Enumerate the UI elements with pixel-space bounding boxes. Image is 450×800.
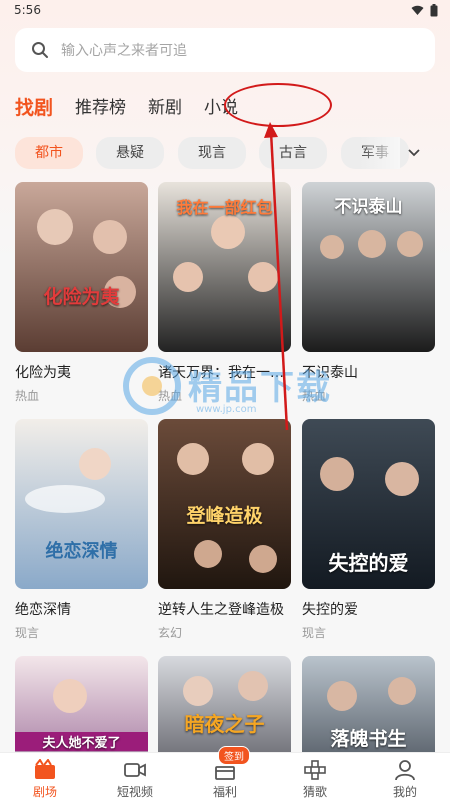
drama-title: 逆转人生之登峰造极 [158, 602, 284, 618]
video-camera-icon [124, 763, 146, 777]
nav-welfare[interactable]: 签到 福利 [180, 746, 270, 800]
drama-tag: 玄幻 [158, 626, 183, 640]
search-input[interactable]: 输入心声之来者可追 [15, 28, 435, 72]
cover-title: 我在一部红包 [176, 198, 273, 217]
cover-title: 绝恋深情 [45, 541, 118, 562]
chip-modern-romance[interactable]: 现言 [178, 137, 246, 169]
cover-title: 失控的爱 [328, 551, 409, 575]
chips-fade [360, 137, 400, 169]
drama-title: 失控的爱 [302, 602, 358, 618]
status-icons [411, 4, 438, 17]
search-placeholder: 输入心声之来者可追 [61, 43, 187, 59]
watermark-url: www.jp.com [196, 404, 257, 415]
cover-image: 失控的爱 [302, 419, 435, 589]
nav-mine[interactable]: 我的 [360, 753, 450, 800]
nav-theater[interactable]: 剧场 [0, 753, 90, 800]
drama-title: 化险为夷 [15, 365, 71, 381]
cover-image: 绝恋深情 [15, 419, 148, 589]
nav-label: 短视频 [116, 785, 153, 799]
drama-title: 诸天万界：我在一部红包 [158, 365, 291, 381]
cover-image: 化险为夷 [15, 182, 148, 352]
drama-tag: 热血 [15, 389, 40, 403]
tab-ranking[interactable]: 推荐榜 [75, 94, 126, 122]
tab-new-drama[interactable]: 新剧 [148, 94, 182, 122]
status-time: 5:56 [14, 3, 41, 17]
chip-ancient-romance[interactable]: 古言 [259, 137, 327, 169]
chip-suspense[interactable]: 悬疑 [96, 137, 164, 169]
tab-find-drama[interactable]: 找剧 [15, 94, 53, 122]
game-controller-icon [304, 760, 326, 780]
drama-card[interactable]: 不识泰山 不识泰山 热血 [302, 182, 435, 404]
nav-label: 福利 [212, 785, 237, 799]
drama-tag: 现言 [302, 626, 327, 640]
cover-title: 不识泰山 [334, 197, 403, 217]
tab-novel[interactable]: 小说 [204, 94, 238, 122]
drama-tag: 热血 [158, 389, 183, 403]
bottom-nav: 剧场 短视频 签到 福利 猜歌 我的 [0, 746, 450, 800]
nav-short-video[interactable]: 短视频 [90, 753, 180, 800]
status-bar: 5:56 [0, 0, 450, 24]
cover-title: 登峰造极 [186, 505, 263, 527]
battery-icon [430, 4, 438, 17]
drama-card[interactable]: 失控的爱 失控的爱 现言 [302, 419, 435, 641]
theater-icon [35, 759, 55, 779]
drama-tag: 现言 [15, 626, 40, 640]
user-icon [395, 760, 415, 781]
main-tabs: 找剧 推荐榜 新剧 小说 [15, 92, 260, 122]
chevron-down-icon[interactable] [404, 142, 424, 162]
cover-title: 落魄书生 [330, 728, 407, 750]
search-icon [32, 42, 48, 58]
cover-image: 不识泰山 [302, 182, 435, 352]
nav-guess-song[interactable]: 猜歌 [270, 753, 360, 800]
drama-card[interactable]: 绝恋深情 绝恋深情 现言 [15, 419, 148, 641]
cover-title: 夫人她不爱了 [15, 732, 148, 751]
nav-label: 剧场 [32, 785, 57, 799]
cover-title: 化险为夷 [43, 286, 120, 308]
wifi-icon [411, 5, 424, 15]
drama-card[interactable]: 登峰造极 逆转人生之登峰造极 玄幻 [158, 419, 291, 641]
chip-urban[interactable]: 都市 [15, 137, 83, 169]
cover-image: 登峰造极 [158, 419, 291, 589]
drama-card[interactable]: 化险为夷 化险为夷 热血 [15, 182, 148, 404]
checkin-badge: 签到 [218, 746, 250, 765]
drama-title: 绝恋深情 [15, 602, 71, 618]
nav-label: 我的 [392, 785, 417, 799]
nav-label: 猜歌 [302, 785, 327, 799]
drama-title: 不识泰山 [302, 365, 358, 381]
drama-tag: 热血 [302, 389, 327, 403]
cover-image: 我在一部红包 [158, 182, 291, 352]
cover-title: 暗夜之子 [184, 712, 265, 736]
drama-card[interactable]: 我在一部红包 诸天万界：我在一部红包 热血 [158, 182, 291, 404]
